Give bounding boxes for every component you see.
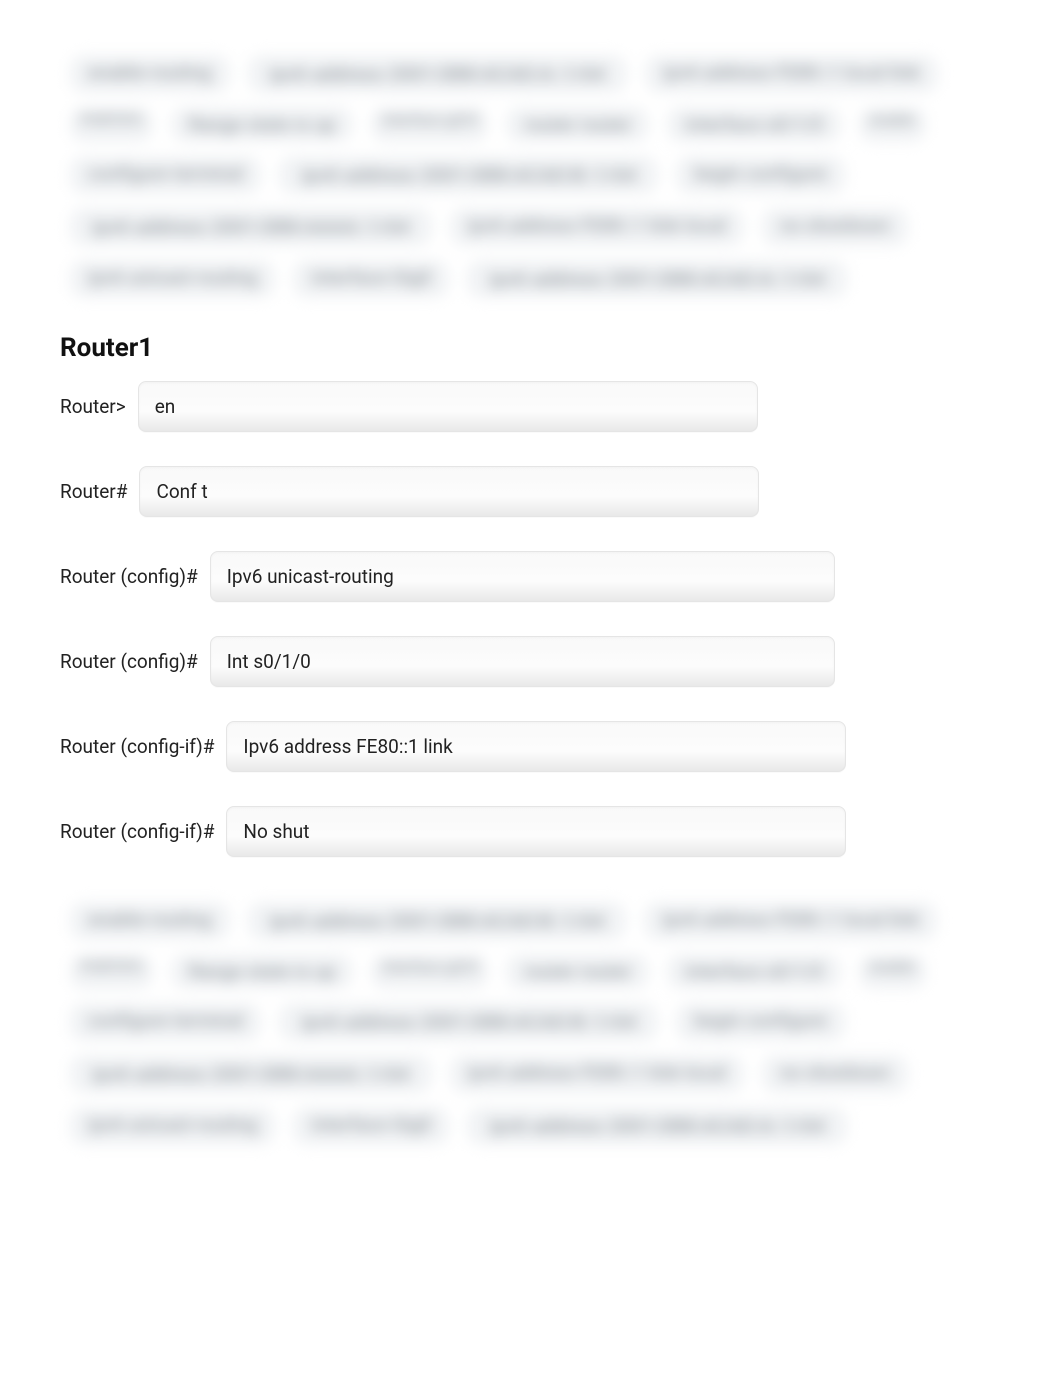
tag-pill[interactable]: begin configure bbox=[676, 1003, 844, 1041]
prompt-row: Router> en bbox=[60, 381, 1002, 432]
cli-input[interactable]: Int s0/1/0 bbox=[210, 636, 835, 687]
tag-pill[interactable]: no shutdown bbox=[762, 208, 907, 246]
tag-pill[interactable]: enable-routing bbox=[70, 55, 230, 93]
tag-pill[interactable]: interface s0/1/0 bbox=[667, 107, 841, 142]
tag-pill[interactable]: ipv6 address FE80::1 local link bbox=[644, 902, 937, 940]
tag-pill[interactable]: Range state is up bbox=[171, 954, 354, 989]
tag-pill[interactable]: configure terminal bbox=[70, 156, 261, 194]
tag-pill[interactable]: ipv6 unicast-routing bbox=[70, 260, 275, 298]
tag-pill[interactable]: begin configure bbox=[676, 156, 844, 194]
tag-pill[interactable]: ipv6 address 2001:DB8:AAAA::1/64 bbox=[70, 1055, 432, 1093]
tag-cloud-bottom: enable-routing ipv6 address 2001:DB8:ACAD… bbox=[60, 902, 1002, 1145]
tag-pill[interactable]: enable bbox=[859, 954, 926, 989]
tag-pill[interactable]: enable-routing bbox=[70, 902, 230, 940]
cli-input[interactable]: No shut bbox=[226, 806, 846, 857]
tag-pill[interactable]: router router bbox=[506, 954, 649, 989]
tag-pill[interactable]: ipv6 address 2001:DB8:ACAD:A::1/64 bbox=[248, 55, 628, 93]
cli-prompt: Router (config-if)# bbox=[60, 820, 214, 843]
tag-pill[interactable]: router router bbox=[506, 107, 649, 142]
tag-pill[interactable]: interface g0/0 bbox=[371, 954, 488, 989]
tag-pill[interactable]: configure terminal bbox=[70, 1003, 261, 1041]
cli-prompt: Router (config)# bbox=[60, 650, 198, 673]
tag-pill[interactable]: ipv6 address 2001:DB8:ACAD:B::1/64 bbox=[279, 156, 658, 194]
tag-pill[interactable]: enable bbox=[859, 107, 926, 142]
tag-pill[interactable]: ipv6 unicast-routing bbox=[70, 1107, 275, 1145]
cli-input[interactable]: Ipv6 address FE80::1 link bbox=[226, 721, 846, 772]
cli-prompt: Router (config)# bbox=[60, 565, 198, 588]
tag-pill[interactable]: ipv6 address FE80::1 link-local bbox=[450, 208, 745, 246]
prompt-row: Router (config)# Int s0/1/0 bbox=[60, 636, 1002, 687]
tag-cloud-top: enable-routing ipv6 address 2001:DB8:ACAD… bbox=[60, 55, 1002, 298]
tag-pill[interactable]: interface Gig0 bbox=[293, 260, 449, 298]
cli-input[interactable]: en bbox=[138, 381, 758, 432]
router-heading: Router1 bbox=[60, 333, 1002, 363]
tag-pill[interactable]: PORTIFO bbox=[70, 107, 153, 142]
tag-pill[interactable]: ipv6 address FE80::1 link-local bbox=[450, 1055, 745, 1093]
tag-pill[interactable]: interface s0/1/0 bbox=[667, 954, 841, 989]
cli-prompt: Router (config-if)# bbox=[60, 735, 214, 758]
tag-pill[interactable]: ipv6 address 2001:DB8:ACAD:B::1/64 bbox=[279, 1003, 658, 1041]
cli-prompt: Router# bbox=[60, 480, 127, 503]
cli-prompt: Router> bbox=[60, 395, 126, 418]
tag-pill[interactable]: Range state is up bbox=[171, 107, 354, 142]
tag-pill[interactable]: interface Gig0 bbox=[293, 1107, 449, 1145]
tag-pill[interactable]: ipv6 address 2001:DB8:ACAD:A::1/64 bbox=[467, 1107, 847, 1145]
tag-pill[interactable]: ipv6 address 2001:DB8:ACAD:B::1/64 bbox=[248, 902, 627, 940]
cli-input[interactable]: Conf t bbox=[139, 466, 759, 517]
prompt-row: Router (config)# Ipv6 unicast-routing bbox=[60, 551, 1002, 602]
tag-pill[interactable]: ipv6 address 2001:DB8:ACAD:A::1/64 bbox=[467, 260, 847, 298]
prompt-row: Router (config-if)# No shut bbox=[60, 806, 1002, 857]
tag-pill[interactable]: interface g0/0 bbox=[371, 107, 488, 142]
cli-input[interactable]: Ipv6 unicast-routing bbox=[210, 551, 835, 602]
tag-pill[interactable]: no shutdown bbox=[762, 1055, 907, 1093]
prompt-row: Router (config-if)# Ipv6 address FE80::1 … bbox=[60, 721, 1002, 772]
tag-pill[interactable]: PORTIFO bbox=[70, 954, 153, 989]
prompt-row: Router# Conf t bbox=[60, 466, 1002, 517]
tag-pill[interactable]: ipv6 address FE80::1 local link bbox=[645, 55, 938, 93]
config-rows: Router> en Router# Conf t Router (config)# Ip… bbox=[60, 381, 1002, 857]
tag-pill[interactable]: ipv6 address 2001:DB8:AAAA::1/64 bbox=[70, 208, 432, 246]
